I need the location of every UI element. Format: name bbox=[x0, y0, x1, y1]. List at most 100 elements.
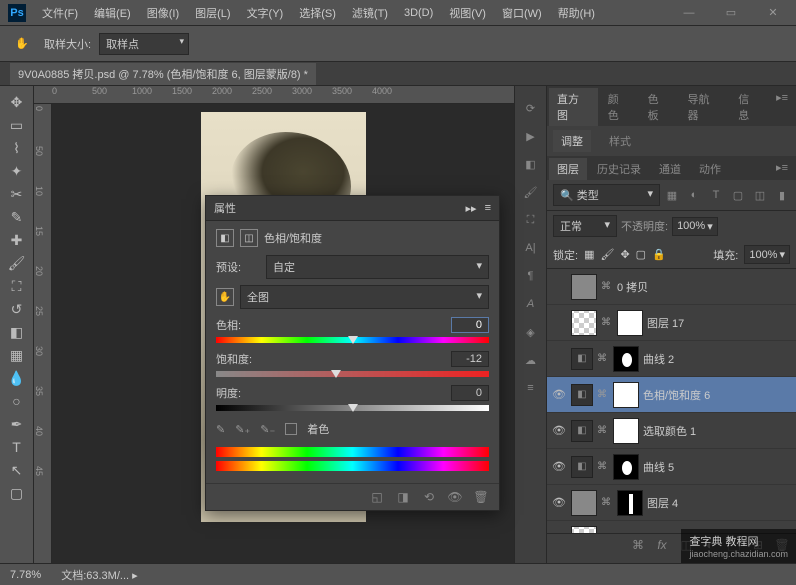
layer-name[interactable]: 图层 17 bbox=[647, 315, 792, 331]
properties-panel-icon[interactable]: ◧ bbox=[519, 152, 543, 176]
brush-presets-icon[interactable]: ≡ bbox=[519, 376, 543, 400]
link-layers-icon[interactable]: ⌘ bbox=[630, 538, 646, 559]
tab-actions[interactable]: 动作 bbox=[691, 158, 729, 180]
layer-row[interactable]: ⌘ 图层 17 bbox=[547, 305, 796, 341]
layer-thumbnail[interactable] bbox=[571, 310, 597, 336]
path-tool[interactable]: ↖ bbox=[5, 459, 29, 481]
layer-mask-link-icon[interactable]: ⌘ bbox=[597, 461, 609, 472]
window-maximize-button[interactable]: ▭ bbox=[716, 3, 746, 23]
layers-list[interactable]: ⌘0 拷贝⌘图层 17◧⌘曲线 2👁◧⌘色相/饱和度 6👁◧⌘选取颜色 1👁◧⌘… bbox=[547, 269, 796, 533]
history-brush-tool[interactable]: ↺ bbox=[5, 298, 29, 320]
panel-menu-icon[interactable]: ≡ bbox=[485, 202, 491, 214]
adjustment-layer-thumb[interactable]: ◧ bbox=[571, 384, 593, 406]
layer-filter-dropdown[interactable]: 🔍 类型▾ bbox=[553, 184, 660, 206]
layer-row[interactable]: 👁◧⌘曲线 5 bbox=[547, 449, 796, 485]
panel-menu-icon[interactable]: ▸≡ bbox=[770, 88, 794, 126]
menu-window[interactable]: 窗口(W) bbox=[494, 5, 550, 21]
lock-artboard-icon[interactable]: ▢ bbox=[636, 248, 646, 261]
layer-row[interactable]: ◧⌘曲线 2 bbox=[547, 341, 796, 377]
layer-mask-link-icon[interactable]: ⌘ bbox=[597, 353, 609, 364]
filter-smart-icon[interactable]: ◫ bbox=[752, 187, 768, 203]
layer-row[interactable]: 👁 ⌘ 图层 4 bbox=[547, 485, 796, 521]
lightness-input[interactable]: 0 bbox=[451, 385, 489, 401]
layer-visibility-toggle[interactable]: 👁 bbox=[551, 460, 567, 473]
layer-name[interactable]: 0 拷贝 bbox=[617, 279, 792, 295]
layer-row[interactable]: ⌘0 拷贝 bbox=[547, 269, 796, 305]
layer-name[interactable]: 曲线 5 bbox=[643, 459, 792, 475]
filter-shape-icon[interactable]: ▢ bbox=[730, 187, 746, 203]
layer-mask-thumbnail[interactable] bbox=[617, 490, 643, 516]
menu-select[interactable]: 选择(S) bbox=[291, 5, 344, 21]
brush-tool[interactable]: 🖌 bbox=[5, 252, 29, 274]
lock-position-icon[interactable]: ✥ bbox=[620, 248, 629, 261]
preset-dropdown[interactable]: 自定▾ bbox=[266, 255, 489, 279]
layer-mask-link-icon[interactable]: ⌘ bbox=[601, 317, 613, 328]
layer-thumbnail[interactable] bbox=[571, 526, 597, 534]
layer-mask-link-icon[interactable]: ⌘ bbox=[601, 497, 613, 508]
view-previous-icon[interactable]: ◨ bbox=[395, 490, 411, 504]
document-tab[interactable]: 9V0A0885 拷贝.psd @ 7.78% (色相/饱和度 6, 图层蒙版/… bbox=[10, 63, 316, 85]
targeted-adjustment-icon[interactable]: ✋ bbox=[216, 288, 234, 306]
lock-transparency-icon[interactable]: ▦ bbox=[584, 248, 594, 261]
layer-thumbnail[interactable] bbox=[571, 490, 597, 516]
menu-view[interactable]: 视图(V) bbox=[441, 5, 494, 21]
layer-mask-thumbnail[interactable] bbox=[613, 454, 639, 480]
shape-tool[interactable]: ▢ bbox=[5, 482, 29, 504]
brushes-panel-icon[interactable]: 🖌 bbox=[519, 180, 543, 204]
sample-size-dropdown[interactable]: 取样点 bbox=[99, 33, 189, 55]
tab-channels[interactable]: 通道 bbox=[651, 158, 689, 180]
layer-name[interactable]: 色相/饱和度 6 bbox=[643, 387, 792, 403]
layer-mask-thumbnail[interactable] bbox=[617, 310, 643, 336]
menu-filter[interactable]: 滤镜(T) bbox=[344, 5, 396, 21]
layer-row[interactable]: 👁◧⌘色相/饱和度 6 bbox=[547, 377, 796, 413]
filter-toggle-icon[interactable]: ▮ bbox=[774, 187, 790, 203]
toggle-visibility-icon[interactable]: 👁 bbox=[447, 490, 463, 504]
styles-panel-icon[interactable]: ◈ bbox=[519, 320, 543, 344]
tab-adjustments[interactable]: 调整 bbox=[553, 130, 591, 152]
layer-name[interactable]: 图层 4 bbox=[647, 495, 792, 511]
hue-input[interactable]: 0 bbox=[451, 317, 489, 333]
healing-tool[interactable]: ✚ bbox=[5, 229, 29, 251]
window-close-button[interactable]: ✕ bbox=[758, 3, 788, 23]
menu-image[interactable]: 图像(I) bbox=[139, 5, 187, 21]
channel-dropdown[interactable]: 全图▾ bbox=[240, 285, 489, 309]
menu-file[interactable]: 文件(F) bbox=[34, 5, 86, 21]
history-panel-icon[interactable]: ⟳ bbox=[519, 96, 543, 120]
glyphs-panel-icon[interactable]: A bbox=[519, 292, 543, 316]
tab-layers[interactable]: 图层 bbox=[549, 158, 587, 180]
filter-pixel-icon[interactable]: ▦ bbox=[664, 187, 680, 203]
layer-mask-thumbnail[interactable] bbox=[613, 382, 639, 408]
lock-pixels-icon[interactable]: 🖌 bbox=[600, 248, 614, 261]
eyedropper-add-icon[interactable]: ✎₊ bbox=[235, 423, 250, 436]
delete-adjustment-icon[interactable]: 🗑 bbox=[473, 490, 489, 504]
tab-history[interactable]: 历史记录 bbox=[589, 158, 649, 180]
saturation-slider[interactable] bbox=[216, 371, 489, 377]
tab-styles[interactable]: 样式 bbox=[601, 130, 639, 152]
layer-mask-link-icon[interactable]: ⌘ bbox=[597, 425, 609, 436]
dodge-tool[interactable]: ○ bbox=[5, 390, 29, 412]
tab-swatches[interactable]: 色板 bbox=[640, 88, 678, 126]
adjustment-layer-thumb[interactable]: ◧ bbox=[571, 420, 593, 442]
menu-layer[interactable]: 图层(L) bbox=[187, 5, 238, 21]
paragraph-panel-icon[interactable]: A| bbox=[519, 236, 543, 260]
lightness-slider[interactable] bbox=[216, 405, 489, 411]
tab-info[interactable]: 信息 bbox=[730, 88, 768, 126]
adjustment-layer-thumb[interactable]: ◧ bbox=[571, 348, 593, 370]
eyedropper-subtract-icon[interactable]: ✎₋ bbox=[260, 423, 275, 436]
crop-tool[interactable]: ✂ bbox=[5, 183, 29, 205]
layer-visibility-toggle[interactable]: 👁 bbox=[551, 424, 567, 437]
fill-input[interactable]: 100%▾ bbox=[744, 245, 790, 264]
tab-navigator[interactable]: 导航器 bbox=[679, 88, 728, 126]
layer-mask-link-icon[interactable]: ⌘ bbox=[597, 389, 609, 400]
opacity-input[interactable]: 100%▾ bbox=[672, 217, 718, 236]
stamp-tool[interactable]: ⛶ bbox=[5, 275, 29, 297]
menu-help[interactable]: 帮助(H) bbox=[550, 5, 603, 21]
zoom-level[interactable]: 7.78% bbox=[10, 569, 41, 581]
layer-thumbnail[interactable] bbox=[571, 274, 597, 300]
layer-visibility-toggle[interactable]: 👁 bbox=[551, 496, 567, 509]
window-minimize-button[interactable]: — bbox=[674, 3, 704, 23]
lock-all-icon[interactable]: 🔒 bbox=[652, 248, 666, 261]
eyedropper-tool[interactable]: ✎ bbox=[5, 206, 29, 228]
layer-mask-thumbnail[interactable] bbox=[613, 418, 639, 444]
panel-collapse-icon[interactable]: ▸▸ bbox=[466, 202, 477, 215]
